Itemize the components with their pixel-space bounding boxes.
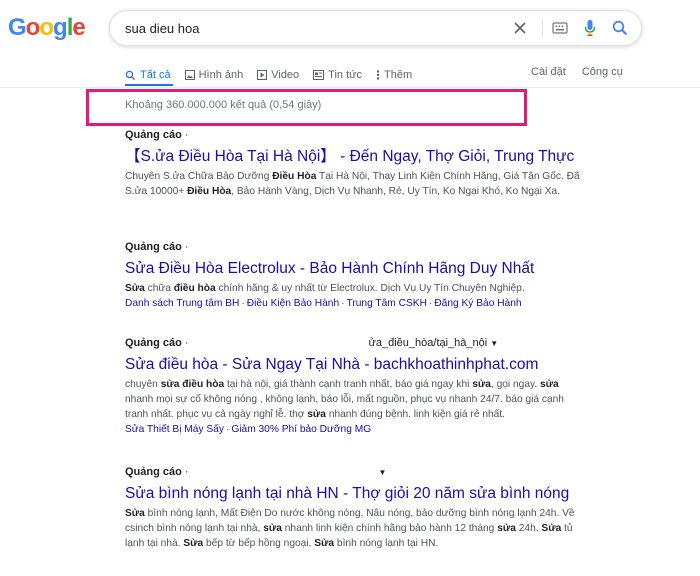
ad-sitelinks: Sửa Thiết Bị Máy Sấy · Giảm 30% Phí bảo Dư… (125, 422, 585, 437)
ad-description: chuyên sửa điều hòa tại hà nội, giá thàn… (125, 379, 564, 420)
image-icon (184, 70, 195, 80)
sitelink-separator: · (341, 298, 345, 309)
active-tab-indicator (125, 84, 173, 86)
tab-label: Tin tức (328, 69, 363, 81)
tab-more[interactable]: Thêm (376, 69, 412, 81)
logo-letter: o (25, 14, 41, 41)
tools-link[interactable]: Công cụ (582, 66, 623, 78)
ad-label: Quảng cáo · ửa_điều_hòa/tại_hà_nội ▼ (125, 337, 499, 349)
chevron-down-icon[interactable]: ▼ (379, 468, 387, 477)
ad-result: Quảng cáo · ▼ Sửa bình nóng lạnh tại nhà H… (125, 465, 585, 551)
logo-letter: e (72, 14, 85, 41)
sitelink-separator: · (428, 298, 433, 309)
ad-result: Quảng cáo · Sửa Điều Hòa Electrolux - Bảo… (125, 240, 585, 311)
ad-result: Quảng cáo · ửa_điều_hòa/tại_hà_nội ▼ Sửa đi… (125, 336, 585, 437)
ad-label: Quảng cáo · (125, 129, 189, 141)
ad-title-link[interactable]: Sửa điều hòa - Sửa Ngay Tại Nhà - bachkh… (125, 355, 585, 375)
tab-label: Thêm (384, 69, 413, 81)
ad-label: Quảng cáo · (125, 241, 189, 253)
keyboard-icon[interactable] (550, 18, 570, 38)
ad-sitelinks: Danh sách Trung tâm BH · Điều Kiện Bảo Hàn… (125, 296, 585, 311)
microphone-icon[interactable] (580, 18, 600, 38)
ad-title-link[interactable]: Sửa Điều Hòa Electrolux - Bảo Hành Chính… (125, 259, 585, 279)
sitelink-separator: · (241, 298, 245, 309)
ad-title-link[interactable]: 【S.ửa Điều Hòa Tại Hà Nội】 - Đến Ngay, T… (125, 147, 585, 167)
logo-letter: G (8, 14, 27, 41)
sitelink[interactable]: Điều Kiện Bảo Hành (247, 298, 339, 309)
ad-description: Sửa chữa điều hòa chính hãng & uy nhất t… (125, 283, 525, 294)
tab-all[interactable]: Tất cả (125, 69, 171, 81)
news-icon (313, 70, 325, 80)
highlight-annotation-box (86, 89, 527, 126)
logo-letter: o (39, 14, 54, 41)
sitelink[interactable]: Sửa Thiết Bị Máy Sấy (125, 424, 224, 435)
search-icon (125, 70, 136, 80)
tab-video[interactable]: Video (257, 69, 299, 81)
ad-title-link[interactable]: Sửa bình nóng lạnh tại nhà HN - Thợ giỏi… (125, 484, 585, 504)
chevron-down-icon[interactable]: ▼ (490, 339, 498, 348)
tab-label: Hình ảnh (198, 69, 244, 81)
more-icon (376, 70, 380, 80)
ad-label: Quảng cáo · ▼ (125, 466, 387, 478)
video-icon (257, 70, 268, 80)
header-divider (0, 87, 700, 88)
sitelink[interactable]: Đăng Ký Bảo Hành (434, 298, 521, 309)
ad-description: Chuyên S.ửa Chữa Bảo Dưỡng Điều Hòa Tại … (125, 171, 580, 197)
ad-description: Sửa bình nóng lạnh, Mất Điện Do nước khô… (125, 508, 575, 549)
ad-result: Quảng cáo · 【S.ửa Điều Hòa Tại Hà Nội】 - … (125, 128, 585, 199)
search-divider (542, 19, 543, 37)
google-logo[interactable]: Google (8, 14, 86, 42)
tab-news[interactable]: Tin tức (313, 69, 362, 81)
search-icon[interactable] (610, 18, 630, 38)
sitelink[interactable]: Danh sách Trung tâm BH (125, 298, 239, 309)
tab-label: Video (271, 69, 300, 81)
search-box[interactable] (109, 10, 642, 46)
tab-label: Tất cả (140, 69, 171, 81)
logo-letter: g (53, 14, 68, 41)
tools-bar: Cài đặt Công cụ (531, 66, 639, 78)
sitelink[interactable]: Giảm 30% Phí bảo Dưỡng MG (231, 424, 371, 435)
sitelink-separator: · (225, 424, 230, 435)
search-tabs: Tất cả Hình ảnh Video Tin tức Thêm (125, 66, 426, 84)
search-input[interactable] (125, 21, 485, 36)
tab-images[interactable]: Hình ảnh (184, 69, 244, 81)
settings-link[interactable]: Cài đặt (531, 66, 566, 78)
ad-display-url[interactable]: ửa_điều_hòa/tại_hà_nội (369, 337, 488, 349)
sitelink[interactable]: Trung Tâm CSKH (347, 298, 427, 309)
close-icon[interactable] (510, 18, 530, 38)
